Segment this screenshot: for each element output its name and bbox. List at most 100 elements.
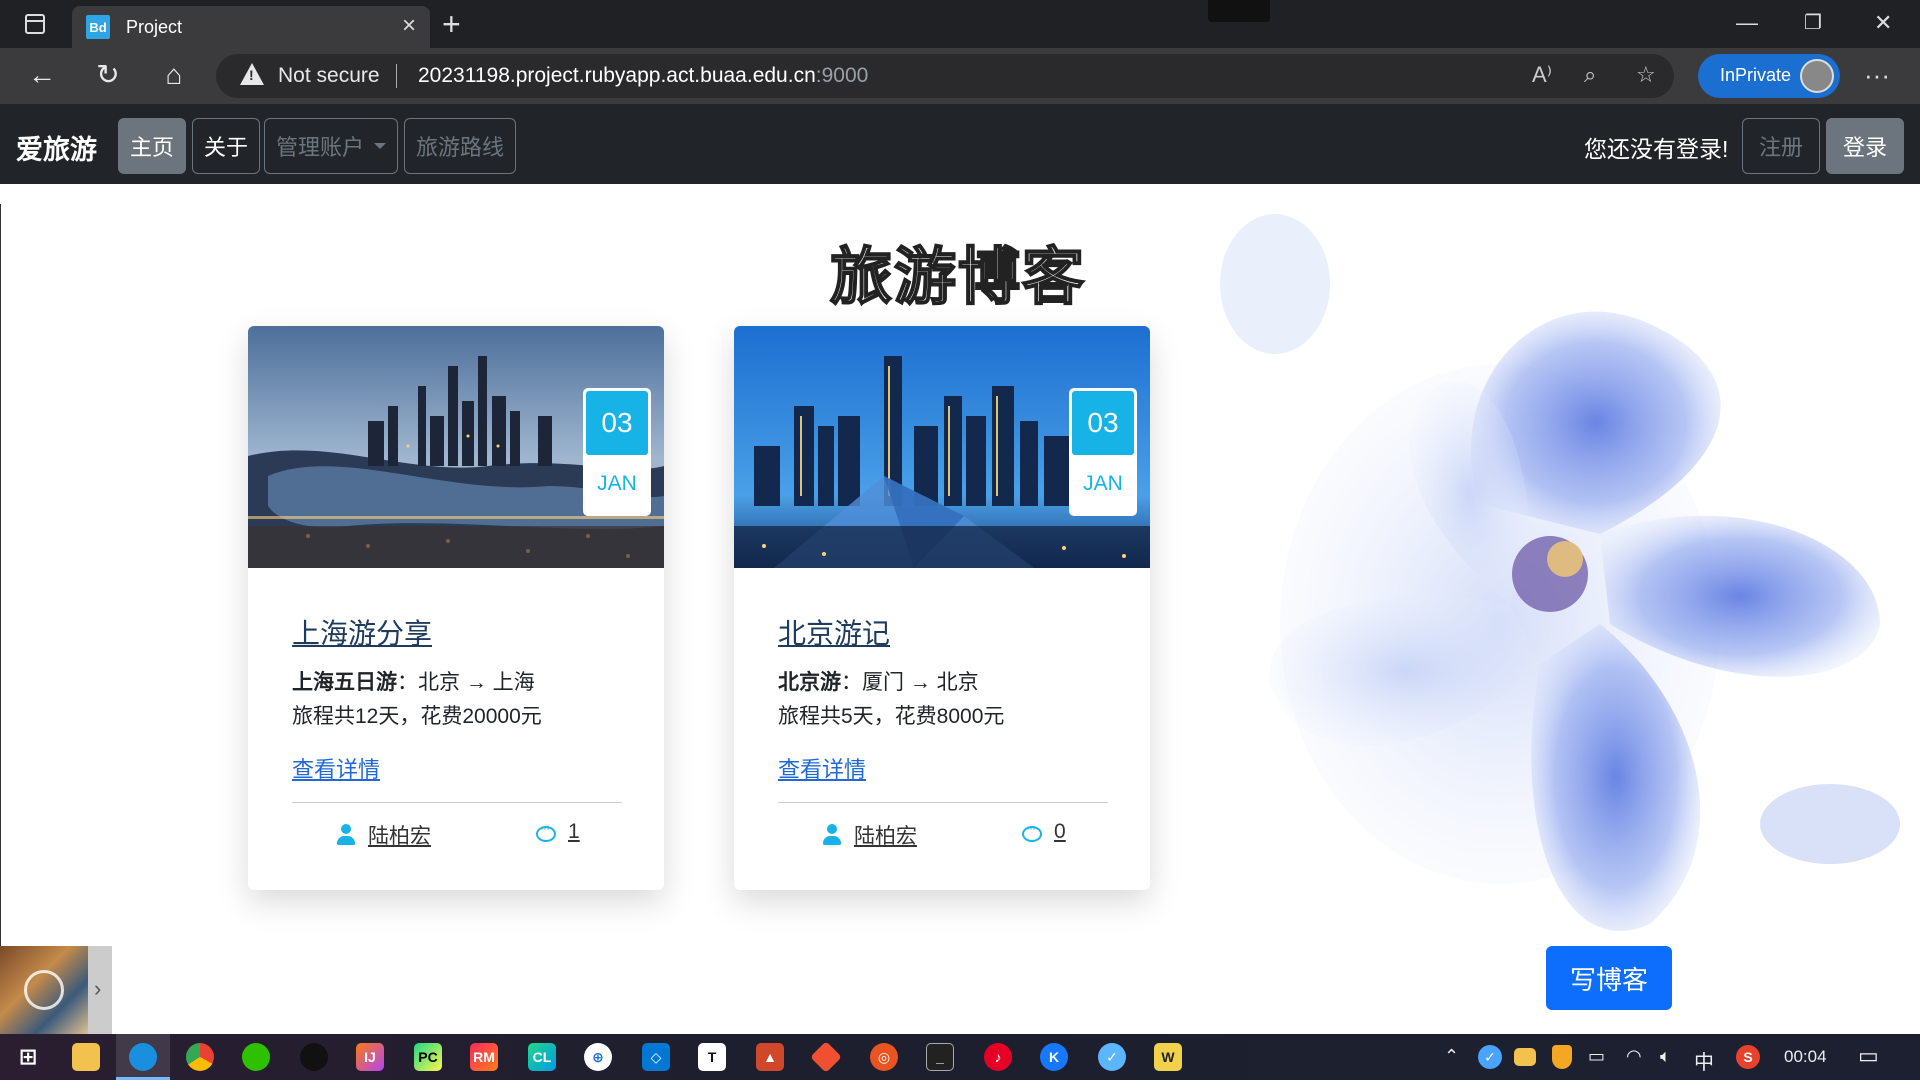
site-navbar: 爱旅游 主页 关于 管理账户 旅游路线 您还没有登录! 注册 登录 (0, 104, 1920, 184)
clock[interactable]: 00:04 (1784, 1047, 1827, 1067)
chevron-up-icon[interactable]: ⌃ (1444, 1046, 1459, 1067)
inprivate-badge[interactable]: InPrivate (1698, 54, 1840, 98)
qq-icon[interactable] (300, 1043, 328, 1071)
warning-icon[interactable] (240, 63, 264, 85)
inprivate-label: InPrivate (1720, 65, 1792, 85)
url-text[interactable]: 20231198.project.rubyapp.act.buaa.edu.cn… (418, 64, 868, 88)
chrome-icon[interactable] (186, 1043, 214, 1071)
windows-taskbar: ⊞ IJ PC RM CL ⊕ ◇ T ▲ ◎ _ ♪ K ✓ W ⌃ ✓ ▭ … (0, 1034, 1920, 1080)
tray-app-icon[interactable]: ✓ (1478, 1045, 1502, 1069)
blog-title-link[interactable]: 上海游分享 (292, 612, 432, 652)
trip-summary: 旅程共5天，花费8000元 (778, 705, 1005, 728)
blog-card: 03 JAN 上海游分享 上海五日游：北京 → 上海 旅程共12天，花费2000… (248, 326, 664, 890)
url-host: 20231198.project.rubyapp.act.buaa.edu.cn (418, 64, 816, 87)
read-aloud-icon[interactable]: A⁾ (1532, 62, 1552, 88)
author-link[interactable]: 陆柏宏 (368, 820, 431, 850)
register-button[interactable]: 注册 (1742, 118, 1820, 174)
route-info: 北京游：厦门 → 北京 (778, 671, 979, 694)
route-info: 上海五日游：北京 → 上海 (292, 671, 535, 694)
view-details-link[interactable]: 查看详情 (292, 752, 380, 784)
route-path: 北京 → 上海 (418, 671, 535, 694)
flower-background-image (1220, 214, 1900, 931)
refresh-icon[interactable]: ↻ (90, 60, 126, 90)
app-v-icon[interactable]: ✓ (1098, 1043, 1126, 1071)
site-favicon-icon: Bd (86, 15, 110, 39)
url-port: :9000 (815, 64, 869, 87)
terminal-icon[interactable]: _ (926, 1043, 954, 1071)
app-k-icon[interactable]: K (1040, 1043, 1068, 1071)
windows-start-icon[interactable]: ⊞ (14, 1043, 42, 1071)
file-explorer-icon[interactable] (72, 1043, 100, 1071)
app-icon[interactable]: ⊕ (584, 1043, 612, 1071)
chevron-down-icon (374, 143, 386, 149)
route-path: 厦门 → 北京 (862, 671, 979, 694)
more-options-icon[interactable]: ··· (1864, 60, 1890, 91)
netease-music-icon[interactable]: ♪ (984, 1043, 1012, 1071)
disc-icon (24, 970, 64, 1010)
route-name: 北京游 (778, 671, 841, 694)
date-month: JAN (597, 472, 637, 495)
minimize-icon[interactable]: — (1736, 10, 1758, 36)
clion-icon[interactable]: CL (528, 1043, 556, 1071)
wps-icon[interactable]: W (1154, 1043, 1182, 1071)
add-favorite-icon[interactable]: ☆ (1636, 62, 1656, 88)
browser-toolbar: ← ↻ ⌂ Not secure 20231198.project.rubyap… (0, 48, 1920, 104)
edge-browser-icon[interactable] (129, 1043, 157, 1071)
date-badge: 03 JAN (583, 388, 651, 516)
back-icon[interactable]: ← (24, 60, 60, 90)
main-content: 旅游博客 03 JAN 上海游分享 上海五日游：北京 → 上海 旅程共12天，花… (0, 184, 1920, 1034)
ubuntu-icon[interactable]: ◎ (870, 1043, 898, 1071)
intellij-icon[interactable]: IJ (356, 1043, 384, 1071)
date-day: 03 (1072, 391, 1134, 455)
nav-manage-account[interactable]: 管理账户 (264, 118, 398, 174)
divider (292, 802, 622, 803)
notification-icon[interactable]: ▭ (1858, 1043, 1879, 1069)
browser-tab-bar: Bd Project × + — ❐ ✕ (0, 0, 1920, 48)
address-bar[interactable]: Not secure 20231198.project.rubyapp.act.… (216, 54, 1674, 98)
zoom-icon[interactable]: ⌕ (1584, 62, 1596, 88)
volume-icon[interactable]: 🔈︎ (1660, 1046, 1671, 1067)
blog-title-link[interactable]: 北京游记 (778, 612, 890, 652)
rubymine-icon[interactable]: RM (470, 1043, 498, 1071)
wechat-icon[interactable] (242, 1043, 270, 1071)
view-details-link[interactable]: 查看详情 (778, 752, 866, 784)
battery-icon[interactable]: ▭ (1588, 1046, 1605, 1067)
route-name: 上海五日游 (292, 671, 397, 694)
wifi-icon[interactable]: ◠ (1626, 1046, 1642, 1067)
restore-icon[interactable]: ❐ (1804, 10, 1822, 36)
browser-tab[interactable]: Bd Project × (72, 6, 430, 48)
close-window-icon[interactable]: ✕ (1874, 10, 1892, 36)
comment-count-link[interactable]: 1 (568, 820, 580, 844)
nav-about[interactable]: 关于 (192, 118, 260, 174)
git-icon[interactable] (810, 1041, 842, 1073)
divider (396, 64, 397, 88)
home-icon[interactable]: ⌂ (156, 60, 192, 90)
write-blog-button[interactable]: 写博客 (1546, 946, 1672, 1010)
brand-logo[interactable]: 爱旅游 (16, 128, 97, 167)
music-player-widget[interactable]: › (0, 946, 112, 1034)
new-tab-icon[interactable]: + (442, 6, 461, 42)
folder-tray-icon[interactable] (1514, 1048, 1536, 1066)
login-button[interactable]: 登录 (1826, 118, 1904, 174)
typora-icon[interactable]: T (698, 1043, 726, 1071)
close-tab-icon[interactable]: × (402, 14, 416, 38)
security-label[interactable]: Not secure (278, 64, 380, 88)
nav-travel-routes[interactable]: 旅游路线 (404, 118, 516, 174)
nav-home[interactable]: 主页 (118, 118, 186, 174)
blog-card: 03 JAN 北京游记 北京游：厦门 → 北京 旅程共5天，花费8000元 查看… (734, 326, 1150, 890)
tab-actions-icon[interactable] (18, 12, 52, 36)
comment-count-link[interactable]: 0 (1054, 820, 1066, 844)
matlab-icon[interactable]: ▲ (756, 1043, 784, 1071)
sogou-ime-icon[interactable]: S (1736, 1045, 1760, 1069)
ime-indicator[interactable]: 中 (1694, 1046, 1714, 1075)
chevron-right-icon[interactable]: › (94, 976, 101, 1002)
date-month: JAN (1083, 472, 1123, 495)
vscode-icon[interactable]: ◇ (642, 1043, 670, 1071)
camera-notch (1208, 0, 1270, 22)
pycharm-icon[interactable]: PC (414, 1043, 442, 1071)
shield-icon[interactable] (1552, 1045, 1572, 1069)
album-cover-image[interactable] (0, 946, 88, 1034)
profile-avatar (1800, 59, 1834, 93)
comment-icon (536, 821, 556, 842)
author-link[interactable]: 陆柏宏 (854, 820, 917, 850)
